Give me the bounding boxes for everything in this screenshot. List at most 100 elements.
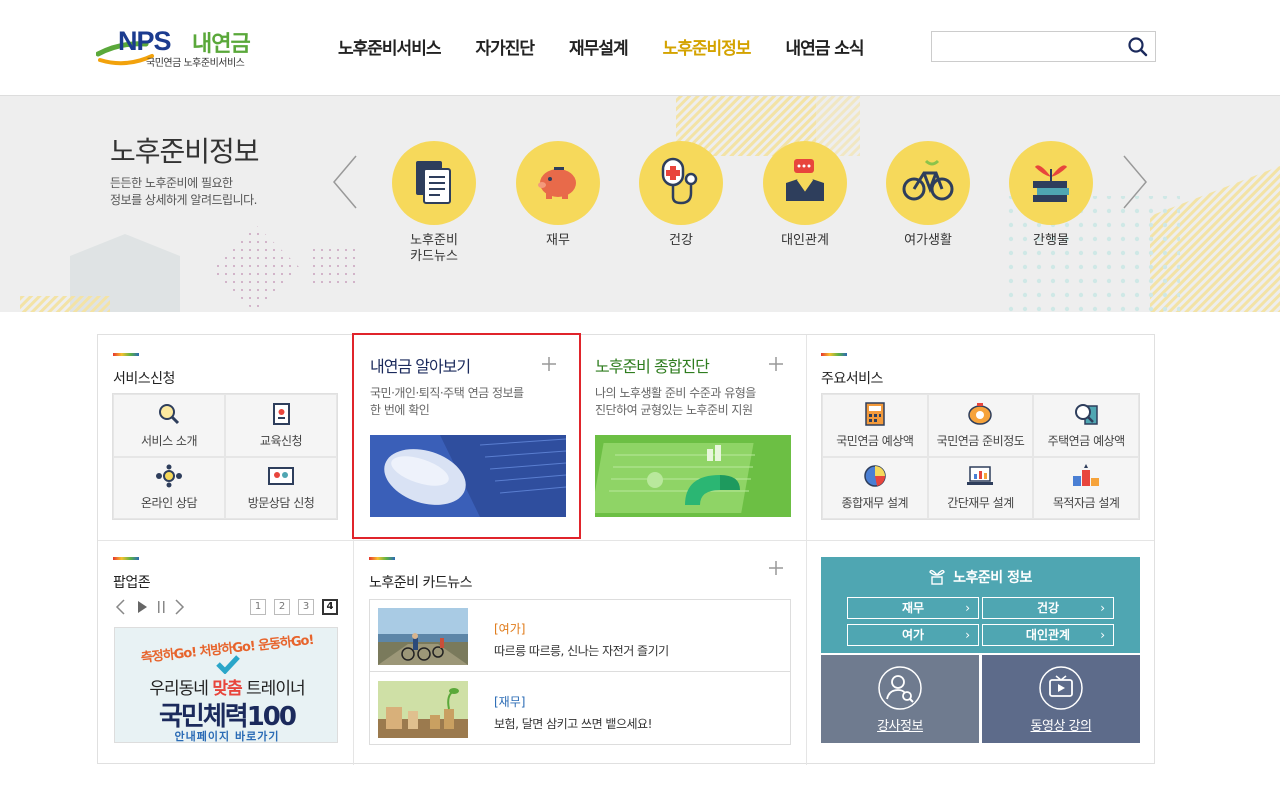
- title-bar: [113, 557, 139, 560]
- next-arrow-icon[interactable]: [1120, 154, 1150, 210]
- title-bar: [821, 353, 847, 356]
- lecturer-info-link[interactable]: 강사정보: [821, 655, 979, 743]
- prev-arrow-icon[interactable]: [330, 154, 360, 210]
- category-leisure[interactable]: 여가생활: [873, 141, 983, 249]
- popup-prev-icon[interactable]: [115, 599, 125, 615]
- feature-title: 내연금 알아보기: [370, 357, 471, 376]
- nav-news[interactable]: 내연금 소식: [785, 34, 864, 59]
- podium-icon: [1073, 464, 1100, 487]
- video-tv-icon: [1039, 666, 1083, 710]
- people-chat-icon: [786, 159, 824, 201]
- main-content: 서비스신청 서비스 소개 교육신청 온라인 상담 방문상담 신청 내연금 알아보…: [97, 333, 1155, 765]
- list-item[interactable]: [여가] 따르릉 따르릉, 신나는 자전거 즐기기: [370, 600, 790, 672]
- feature-description: 국민·개인·퇴직·주택 연금 정보를 한 번에 확인: [370, 386, 524, 417]
- info-box-title: 노후준비 정보: [821, 567, 1140, 587]
- popup-banner[interactable]: 측정하Go! 처방하Go! 운동하Go! 우리동네 맞춤 트레이너 국민체력10…: [114, 627, 338, 743]
- search-icon[interactable]: [1127, 36, 1149, 58]
- education-apply-tile[interactable]: 교육신청: [225, 394, 337, 457]
- comprehensive-finance-tile[interactable]: 종합재무 설계: [822, 456, 928, 519]
- piggy-bank-icon: [538, 167, 576, 199]
- list-item[interactable]: [재무] 보험, 달면 삼키고 쓰면 뱉으세요!: [370, 673, 790, 745]
- popup-controls: 1 2 3 4: [114, 599, 338, 615]
- chevron-right-icon: ›: [965, 601, 970, 615]
- pension-estimate-tile[interactable]: 국민연금 예상액: [822, 394, 928, 457]
- tile-label: 방문상담 신청: [247, 496, 315, 511]
- pension-overview-card[interactable]: 내연금 알아보기 국민·개인·퇴직·주택 연금 정보를 한 번에 확인: [352, 333, 581, 539]
- chevron-right-icon: ›: [1100, 601, 1105, 615]
- visit-consult-tile[interactable]: 방문상담 신청: [225, 456, 337, 519]
- cardnews-list: [여가] 따르릉 따르릉, 신나는 자전거 즐기기 [재무] 보험, 달면 삼키…: [369, 599, 791, 745]
- category-banner: 노후준비정보 든든한 노후준비에 필요한 정보를 상세하게 알려드립니다. 노후…: [0, 96, 1280, 312]
- info-finance-button[interactable]: 재무 ›: [847, 597, 979, 619]
- nav-self-diagnosis[interactable]: 자가진단: [475, 34, 535, 59]
- chevron-right-icon: ›: [965, 628, 970, 642]
- tile-label: 국민연금 예상액: [836, 433, 914, 448]
- retirement-diagnosis-card[interactable]: 노후준비 종합진단 나의 노후생활 준비 수준과 유형을 진단하여 균형있는 노…: [579, 335, 807, 540]
- checkmark-icon: [216, 655, 240, 674]
- laptop-chart-icon: [967, 466, 994, 486]
- category-label: 재무: [546, 233, 570, 248]
- category-label: 여가생활: [904, 233, 952, 248]
- category-publications[interactable]: 간행물: [996, 141, 1106, 249]
- info-health-button[interactable]: 건강 ›: [982, 597, 1114, 619]
- tile-label: 온라인 상담: [140, 496, 198, 511]
- network-icon: [156, 464, 182, 488]
- main-nav: 노후준비서비스 자가진단 재무설계 노후준비정보 내연금 소식: [338, 34, 899, 59]
- search-box: [931, 31, 1156, 62]
- category-health[interactable]: 건강: [626, 141, 736, 249]
- category-label: 건강: [669, 233, 693, 248]
- books-plant-icon: [1033, 165, 1069, 202]
- title-bar: [113, 353, 139, 356]
- popup-page-1[interactable]: 1: [250, 599, 266, 615]
- coins-photo: [378, 681, 468, 738]
- tile-label: 종합재무 설계: [841, 496, 909, 511]
- category-label: 간행물: [1033, 233, 1069, 248]
- housing-pension-tile[interactable]: 주택연금 예상액: [1033, 394, 1139, 457]
- popup-next-icon[interactable]: [175, 599, 185, 615]
- info-leisure-button[interactable]: 여가 ›: [847, 624, 979, 646]
- cardnews-title: 노후준비 카드뉴스: [369, 557, 473, 592]
- popup-page-2[interactable]: 2: [274, 599, 290, 615]
- popup-play-icon[interactable]: [138, 601, 147, 613]
- tile-label: 서비스 소개: [140, 433, 198, 448]
- main-services-grid: 국민연금 예상액 국민연금 준비정도 주택연금 예상액 종합재무 설계 간단재무…: [821, 393, 1140, 520]
- purpose-fund-tile[interactable]: 목적자금 설계: [1033, 456, 1139, 519]
- feature-description: 나의 노후생활 준비 수준과 유형을 진단하여 균형있는 노후준비 지원: [595, 386, 756, 417]
- search-input[interactable]: [932, 32, 1122, 61]
- nav-retirement-service[interactable]: 노후준비서비스: [338, 34, 441, 59]
- popup-page-4[interactable]: 4: [322, 599, 338, 615]
- magnifier-icon: [159, 403, 180, 424]
- site-logo[interactable]: NPS 내연금 국민연금 노후준비서비스: [96, 26, 276, 72]
- popup-pause-icon[interactable]: [158, 601, 165, 613]
- plus-icon[interactable]: [542, 357, 556, 371]
- service-apply-title: 서비스신청: [113, 353, 175, 388]
- house-search-icon: [1075, 403, 1098, 425]
- category-cardnews[interactable]: 노후준비 카드뉴스: [379, 141, 489, 265]
- banner-desc-line2: 정보를 상세하게 알려드립니다.: [110, 193, 257, 207]
- category-label: 대인관계: [781, 233, 829, 248]
- tile-label: 교육신청: [259, 433, 303, 448]
- simple-finance-tile[interactable]: 간단재무 설계: [927, 456, 1034, 519]
- info-relationships-button[interactable]: 대인관계 ›: [982, 624, 1114, 646]
- category-relationships[interactable]: 대인관계: [750, 141, 860, 249]
- service-intro-tile[interactable]: 서비스 소개: [113, 394, 225, 457]
- category-label: 노후준비: [410, 233, 458, 248]
- nav-retirement-info[interactable]: 노후준비정보: [663, 34, 752, 59]
- cardnews-icon: [416, 161, 451, 204]
- chart-graphic-image: [595, 435, 791, 517]
- online-consult-tile[interactable]: 온라인 상담: [113, 456, 225, 519]
- video-lecture-link[interactable]: 동영상 강의: [982, 655, 1140, 743]
- plant-icon: [929, 569, 945, 585]
- service-apply-grid: 서비스 소개 교육신청 온라인 상담 방문상담 신청: [112, 393, 338, 520]
- plus-icon[interactable]: [769, 357, 783, 371]
- nav-financial-planning[interactable]: 재무설계: [569, 34, 629, 59]
- plus-icon[interactable]: [769, 561, 783, 575]
- popup-page-3[interactable]: 3: [298, 599, 314, 615]
- pension-readiness-tile[interactable]: 국민연금 준비정도: [927, 394, 1034, 457]
- tile-label: 주택연금 예상액: [1047, 433, 1126, 448]
- notebook-icon: [273, 402, 290, 425]
- category-finance[interactable]: 재무: [503, 141, 613, 249]
- lecturer-search-icon: [878, 666, 922, 710]
- category-label-2: 카드뉴스: [410, 249, 458, 264]
- popup-pager: 1 2 3 4: [242, 599, 338, 615]
